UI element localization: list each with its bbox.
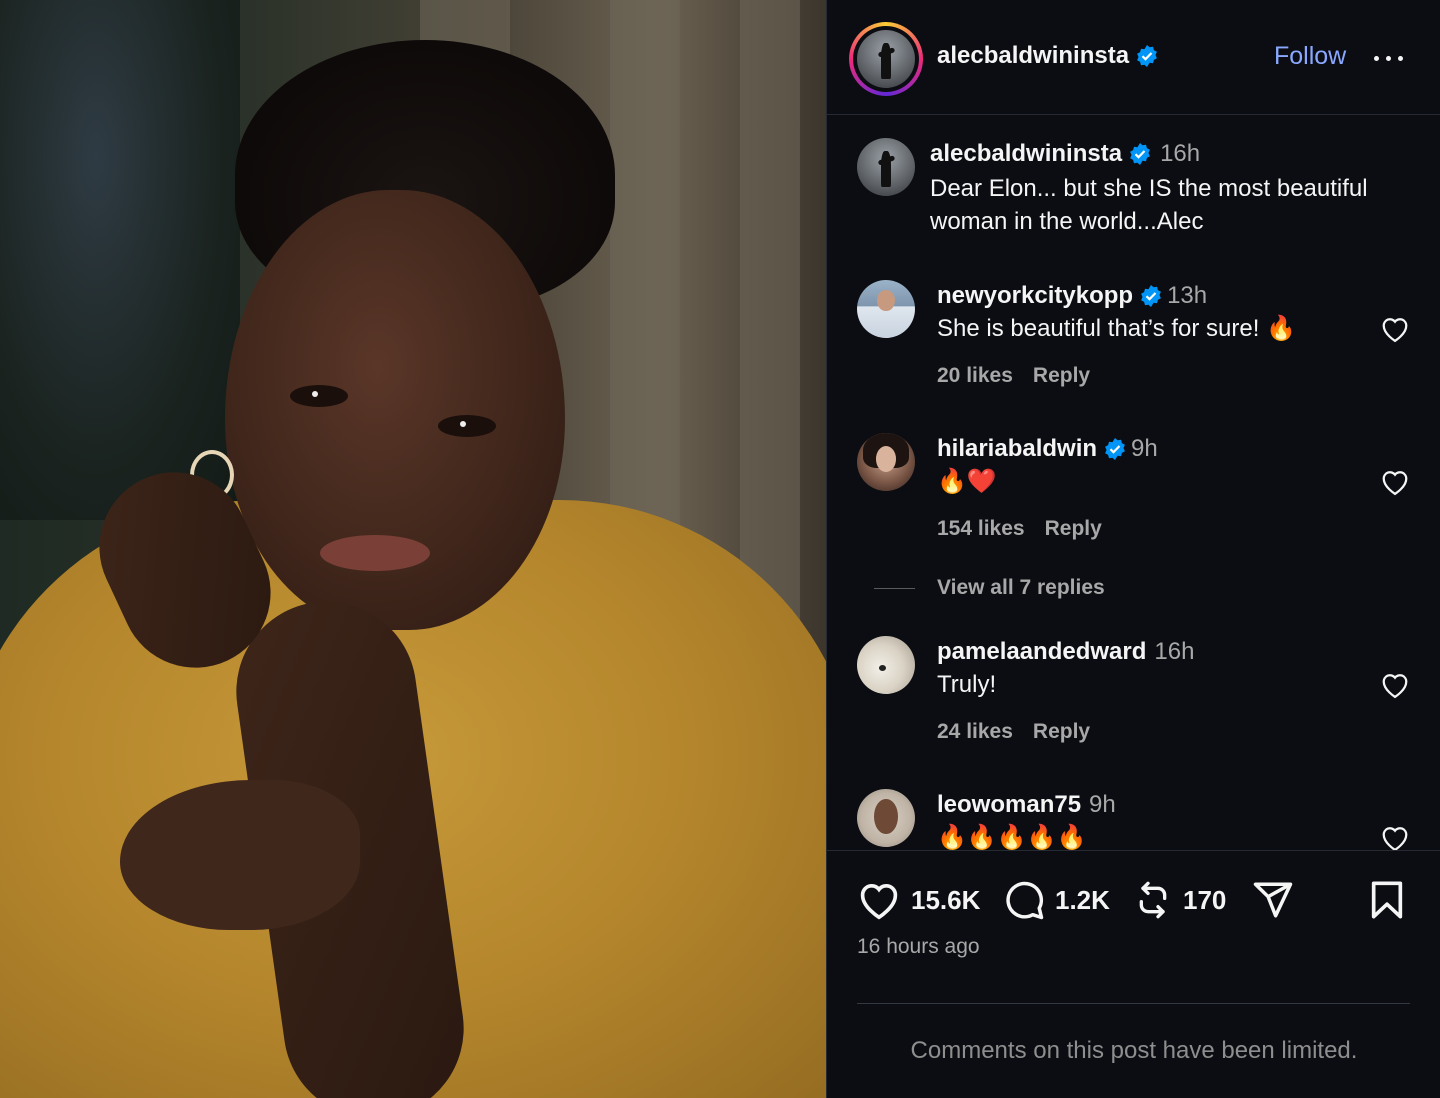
author-username[interactable]: alecbaldwininsta (937, 42, 1129, 70)
post-actions-bar: 15.6K 1.2K 170 16 hours ago Comments on … (827, 850, 1440, 1098)
follow-button[interactable]: Follow (1274, 42, 1346, 71)
like-button[interactable]: 15.6K (857, 879, 980, 921)
commenter-username[interactable]: leowoman75 (937, 791, 1081, 819)
comment-time: 16h (1154, 638, 1195, 665)
verified-badge-icon (1130, 143, 1150, 165)
commenter-avatar[interactable] (857, 789, 915, 847)
photo-background-window (0, 0, 240, 520)
photo-eye-right (438, 415, 496, 437)
caption-username[interactable]: alecbaldwininsta (930, 140, 1122, 168)
reply-button[interactable]: Reply (1033, 720, 1090, 743)
share-button[interactable] (1251, 879, 1295, 921)
reply-button[interactable]: Reply (1045, 517, 1102, 540)
commenter-avatar[interactable] (857, 636, 915, 694)
repost-count[interactable]: 170 (1183, 885, 1226, 916)
comment-meta: 24 likes Reply (937, 720, 1110, 744)
comment-button[interactable]: 1.2K (1003, 879, 1110, 921)
author-avatar[interactable] (857, 30, 915, 88)
comment-time: 9h (1089, 791, 1116, 818)
view-replies-button[interactable]: View all 7 replies (874, 576, 1105, 600)
comment-text: 🔥❤️ (937, 468, 997, 495)
comment-text: Truly! (937, 671, 997, 698)
bookmark-icon (1371, 881, 1403, 919)
post-header: alecbaldwininsta Follow (827, 0, 1440, 115)
comment-count[interactable]: 1.2K (1055, 885, 1110, 916)
comment-item: hilariabaldwin 9h 🔥❤️ 154 likes Reply (857, 431, 1440, 551)
comment-time: 13h (1167, 282, 1208, 309)
posted-time[interactable]: 16 hours ago (857, 935, 980, 959)
comment-item: leowoman75 9h 🔥🔥🔥🔥🔥 (857, 787, 1440, 850)
commenter-username[interactable]: newyorkcitykopp (937, 282, 1133, 310)
comment-text: 🔥🔥🔥🔥🔥 (937, 824, 1087, 850)
bookmark-button[interactable] (1367, 879, 1407, 921)
comment-likes[interactable]: 20 likes (937, 364, 1013, 387)
verified-badge-icon (1137, 45, 1157, 67)
comment-likes[interactable]: 24 likes (937, 720, 1013, 743)
comment-like-heart-icon[interactable] (1380, 468, 1410, 496)
comment-like-heart-icon[interactable] (1380, 315, 1410, 343)
repost-icon (1139, 881, 1167, 919)
comment-meta: 20 likes Reply (937, 364, 1110, 388)
comment-meta: 154 likes Reply (937, 517, 1122, 541)
comment-icon (1006, 881, 1044, 920)
comment-item: newyorkcitykopp 13h She is beautiful tha… (857, 278, 1440, 398)
photo-lips (320, 535, 430, 571)
divider (857, 1003, 1410, 1004)
caption-text: Dear Elon... but she IS the most beautif… (930, 175, 1368, 235)
comment-time: 9h (1131, 435, 1158, 462)
reply-button[interactable]: Reply (1033, 364, 1090, 387)
heart-icon (860, 884, 898, 920)
post-detail-panel: alecbaldwininsta Follow alecbaldwininsta… (826, 0, 1440, 1098)
commenter-username[interactable]: pamelaandedward (937, 638, 1146, 666)
commenter-avatar[interactable] (857, 280, 915, 338)
caption-avatar[interactable] (857, 138, 915, 196)
commenter-avatar[interactable] (857, 433, 915, 491)
comment-likes[interactable]: 154 likes (937, 517, 1025, 540)
verified-badge-icon (1141, 285, 1161, 307)
commenter-username[interactable]: hilariabaldwin (937, 435, 1097, 463)
verified-badge-icon (1105, 438, 1125, 460)
comment-like-heart-icon[interactable] (1380, 671, 1410, 699)
comment-like-heart-icon[interactable] (1380, 824, 1410, 850)
comments-list[interactable]: alecbaldwininsta 16h Dear Elon... but sh… (827, 116, 1440, 850)
comment-item: pamelaandedward 16h Truly! 24 likes Reply (857, 634, 1440, 754)
more-options-icon[interactable] (1371, 44, 1407, 72)
repost-button[interactable]: 170 (1133, 879, 1226, 921)
author-story-ring[interactable] (849, 22, 923, 96)
comments-limited-notice: Comments on this post have been limited. (910, 1037, 1358, 1064)
photo-eye-left (290, 385, 348, 407)
comment-text: She is beautiful that’s for sure! 🔥 (937, 315, 1296, 342)
post-image[interactable] (0, 0, 826, 1098)
caption-time: 16h (1160, 140, 1201, 167)
like-count[interactable]: 15.6K (911, 885, 980, 916)
share-icon (1253, 882, 1293, 918)
